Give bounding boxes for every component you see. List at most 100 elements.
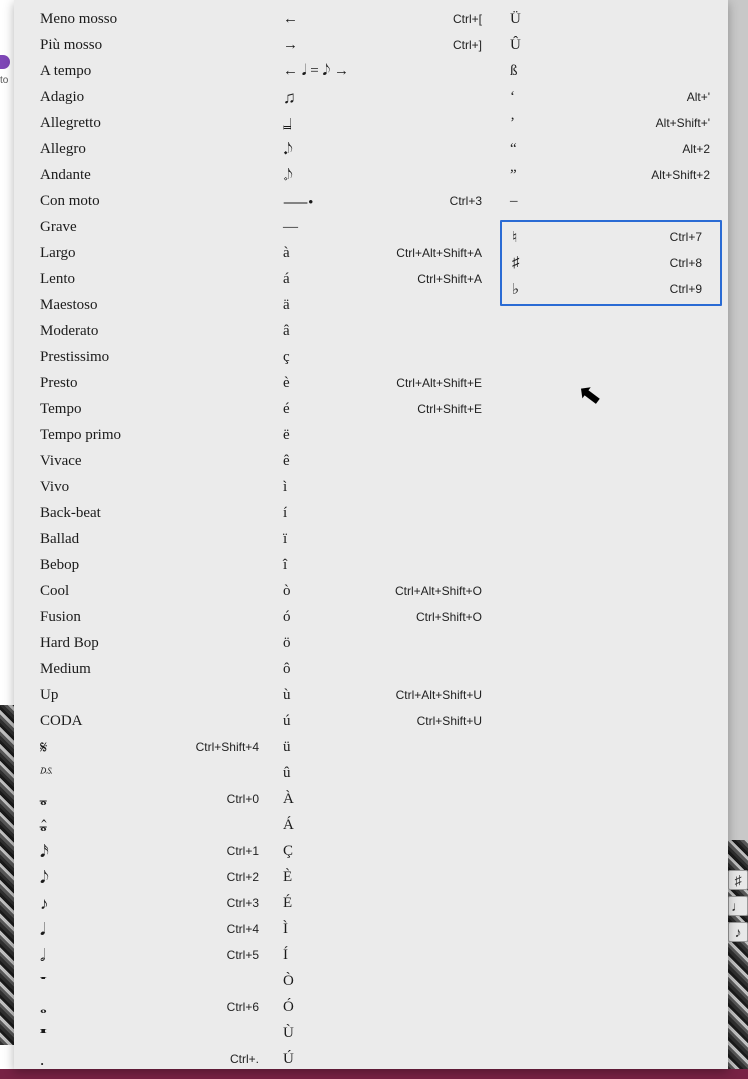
menu-item[interactable]: CODA [14,708,273,734]
menu-item[interactable]: Adagio [14,84,273,110]
menu-item[interactable]: 𝅘𝅥𝅯Ctrl+1 [14,838,273,864]
menu-item[interactable]: 𝄋Ctrl+Shift+4 [14,734,273,760]
menu-item[interactable]: .Ctrl+. [14,1046,273,1069]
menu-item[interactable]: È [273,864,500,890]
menu-item[interactable]: Allegro [14,136,273,162]
menu-item-label: Adagio [40,89,84,106]
menu-item[interactable]: À [273,786,500,812]
menu-item[interactable]: Á [273,812,500,838]
menu-item[interactable]: →Ctrl+] [273,32,500,58]
menu-item[interactable]: Tempo [14,396,273,422]
menu-item[interactable]: ê [273,448,500,474]
menu-item[interactable]: 𝆹𝅥𝅮 [273,162,500,188]
menu-item[interactable]: Meno mosso [14,6,273,32]
menu-item[interactable]: ö [273,630,500,656]
menu-item[interactable]: û [273,760,500,786]
menu-item[interactable]: ï [273,526,500,552]
menu-item[interactable]: Ó [273,994,500,1020]
menu-item[interactable]: Ò [273,968,500,994]
menu-item[interactable]: î [273,552,500,578]
menu-item[interactable]: — [273,214,500,240]
menu-item[interactable]: 𝅝̶Ctrl+0 [14,786,273,812]
menu-item-label: ß [510,63,518,80]
menu-item[interactable]: ß [500,58,728,84]
menu-item[interactable]: Back-beat [14,500,273,526]
menu-item[interactable]: Û [500,32,728,58]
menu-item[interactable]: Tempo primo [14,422,273,448]
menu-item[interactable]: ← 𝅘𝅥 = 𝅘𝅥𝅮 → [273,58,500,84]
menu-item[interactable]: Grave [14,214,273,240]
menu-item[interactable]: Ú [273,1046,500,1069]
menu-item[interactable]: 𝄻 [14,968,273,994]
menu-item[interactable]: ü [273,734,500,760]
menu-item[interactable]: Lento [14,266,273,292]
menu-item[interactable]: Ballad [14,526,273,552]
menu-item[interactable]: – [500,188,728,214]
menu-item[interactable]: Presto [14,370,273,396]
menu-item[interactable]: 𝅝̶̂ [14,812,273,838]
menu-item[interactable]: 𝅗𝅥Ctrl+5 [14,942,273,968]
menu-item[interactable]: Vivo [14,474,273,500]
menu-item[interactable]: Ü [500,6,728,32]
menu-item[interactable]: Ù [273,1020,500,1046]
menu-item[interactable]: ⸺•Ctrl+3 [273,188,500,214]
menu-item[interactable]: ’Alt+Shift+' [500,110,728,136]
menu-item-label: ò [283,583,291,600]
tool-icon[interactable]: ♯ [728,870,748,890]
menu-item[interactable]: Andante [14,162,273,188]
menu-item[interactable]: 𝆶 [273,110,500,136]
menu-item[interactable]: í [273,500,500,526]
menu-item[interactable]: A tempo [14,58,273,84]
menu-item[interactable]: Up [14,682,273,708]
menu-item[interactable]: Moderato [14,318,273,344]
menu-item[interactable]: 𝄺 [14,1020,273,1046]
menu-item[interactable]: ←Ctrl+[ [273,6,500,32]
menu-item[interactable]: ♯Ctrl+8 [502,250,720,276]
menu-item[interactable]: Hard Bop [14,630,273,656]
menu-item[interactable]: áCtrl+Shift+A [273,266,500,292]
menu-item[interactable]: àCtrl+Alt+Shift+A [273,240,500,266]
menu-item[interactable]: ä [273,292,500,318]
menu-item[interactable]: Allegretto [14,110,273,136]
menu-item[interactable]: Medium [14,656,273,682]
menu-item[interactable]: Í [273,942,500,968]
menu-item[interactable]: 𝅘𝅥𝅮Ctrl+2 [14,864,273,890]
menu-item[interactable]: ♫ [273,84,500,110]
menu-item[interactable]: Bebop [14,552,273,578]
menu-item[interactable]: ‘Alt+' [500,84,728,110]
menu-item[interactable]: Prestissimo [14,344,273,370]
menu-item[interactable]: Fusion [14,604,273,630]
menu-item[interactable]: óCtrl+Shift+O [273,604,500,630]
menu-item[interactable]: â [273,318,500,344]
menu-item[interactable]: òCtrl+Alt+Shift+O [273,578,500,604]
menu-item[interactable]: Largo [14,240,273,266]
menu-item[interactable]: 𝄉 [14,760,273,786]
menu-item[interactable]: ”Alt+Shift+2 [500,162,728,188]
menu-item[interactable]: 𝆺𝅥𝅮 [273,136,500,162]
menu-item[interactable]: Maestoso [14,292,273,318]
menu-item[interactable]: É [273,890,500,916]
tool-icon[interactable]: ♪ [728,922,748,942]
menu-item[interactable]: Vivace [14,448,273,474]
menu-item[interactable]: úCtrl+Shift+U [273,708,500,734]
menu-item[interactable]: ç [273,344,500,370]
menu-item[interactable]: “Alt+2 [500,136,728,162]
menu-item[interactable]: Ì [273,916,500,942]
menu-item[interactable]: ô [273,656,500,682]
menu-item[interactable]: Ç [273,838,500,864]
menu-item[interactable]: Cool [14,578,273,604]
menu-item[interactable]: 𝅝Ctrl+6 [14,994,273,1020]
menu-item[interactable]: èCtrl+Alt+Shift+E [273,370,500,396]
menu-item[interactable]: éCtrl+Shift+E [273,396,500,422]
menu-item[interactable]: ùCtrl+Alt+Shift+U [273,682,500,708]
menu-item[interactable]: Più mosso [14,32,273,58]
menu-item[interactable]: ì [273,474,500,500]
menu-item[interactable]: ♮Ctrl+7 [502,224,720,250]
menu-item-label: Fusion [40,609,81,626]
menu-item[interactable]: 𝅘𝅥Ctrl+4 [14,916,273,942]
tool-icon[interactable]: ♩ [728,896,748,916]
menu-item[interactable]: Con moto [14,188,273,214]
menu-item[interactable]: ♪Ctrl+3 [14,890,273,916]
menu-item[interactable]: ë [273,422,500,448]
menu-item[interactable]: ♭Ctrl+9 [502,276,720,302]
